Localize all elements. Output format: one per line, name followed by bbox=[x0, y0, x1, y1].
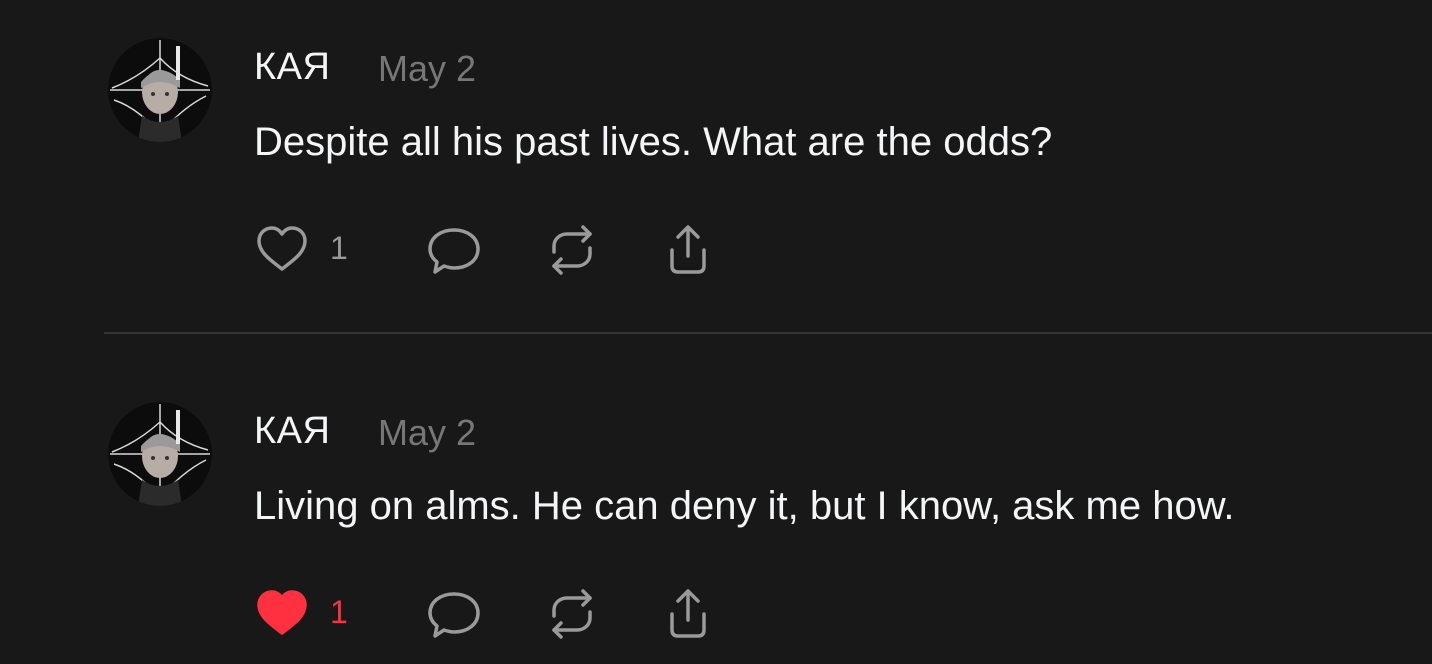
post-actions: 1 bbox=[254, 222, 724, 278]
repost-button[interactable] bbox=[544, 586, 600, 642]
share-button[interactable] bbox=[660, 222, 716, 278]
author-name[interactable]: КАЯ bbox=[254, 410, 330, 453]
comment-button[interactable] bbox=[426, 222, 482, 278]
share-icon bbox=[670, 589, 706, 638]
comment-bubble-icon bbox=[428, 228, 480, 274]
post-text: Despite all his past lives. What are the… bbox=[254, 120, 1053, 164]
post-date: May 2 bbox=[378, 412, 477, 453]
share-button[interactable] bbox=[660, 586, 716, 642]
post-actions: 1 bbox=[254, 586, 724, 642]
author-name[interactable]: КАЯ bbox=[254, 46, 330, 89]
like-button[interactable]: 1 bbox=[254, 586, 364, 642]
post: КАЯ May 2 Despite all his past lives. Wh… bbox=[0, 0, 1432, 332]
avatar[interactable] bbox=[108, 402, 212, 506]
repost-icon bbox=[552, 225, 592, 275]
comment-button[interactable] bbox=[426, 586, 482, 642]
heart-outline-icon bbox=[257, 226, 307, 271]
repost-icon bbox=[552, 589, 592, 639]
post-date: May 2 bbox=[378, 48, 477, 89]
repost-button[interactable] bbox=[544, 222, 600, 278]
post-text: Living on alms. He can deny it, but I kn… bbox=[254, 484, 1235, 528]
avatar[interactable] bbox=[108, 38, 212, 142]
like-count: 1 bbox=[330, 230, 348, 266]
post: КАЯ May 2 Living on alms. He can deny it… bbox=[0, 334, 1432, 664]
like-count: 1 bbox=[330, 594, 348, 630]
heart-filled-icon bbox=[257, 590, 307, 635]
share-icon bbox=[670, 225, 706, 274]
like-button[interactable]: 1 bbox=[254, 222, 364, 278]
comment-bubble-icon bbox=[428, 592, 480, 638]
